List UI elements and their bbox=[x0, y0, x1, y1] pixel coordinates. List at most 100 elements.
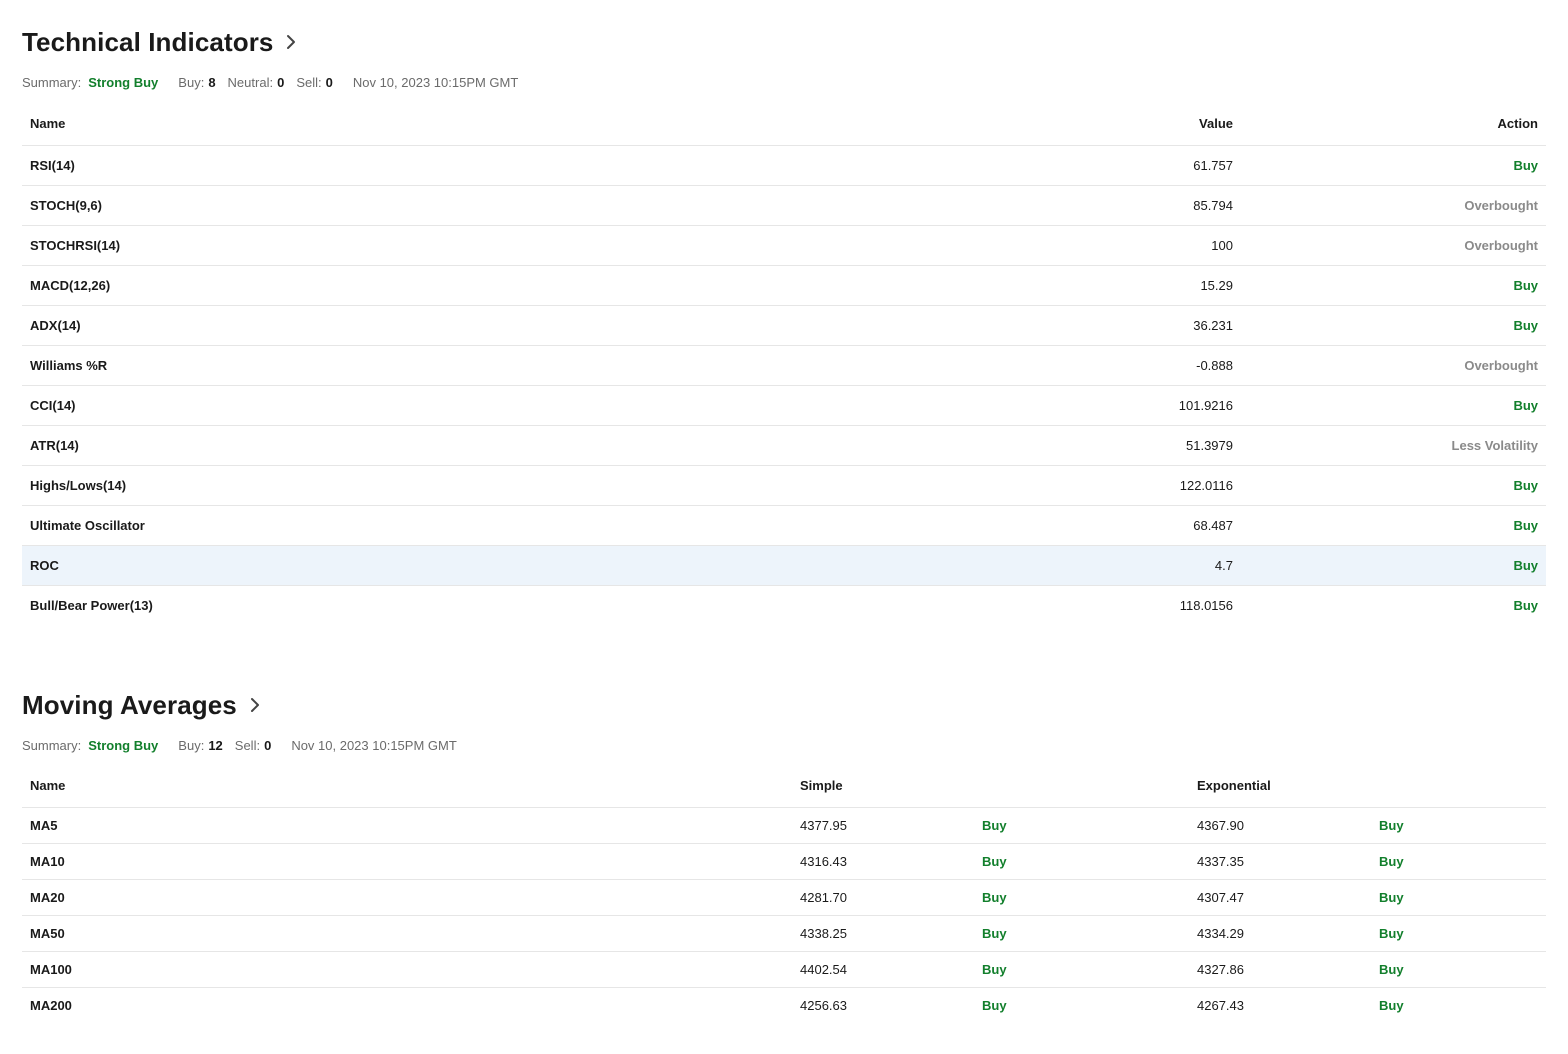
indicator-value: 100 bbox=[1065, 224, 1241, 265]
table-row[interactable]: ADX(14) 36.231 Buy bbox=[22, 304, 1546, 345]
table-row[interactable]: Ultimate Oscillator 68.487 Buy bbox=[22, 504, 1546, 545]
ma-simple-action: Buy bbox=[974, 986, 1189, 1023]
ma-simple-action: Buy bbox=[974, 842, 1189, 879]
table-row[interactable]: CCI(14) 101.9216 Buy bbox=[22, 384, 1546, 425]
chevron-right-icon[interactable] bbox=[249, 696, 265, 714]
table-row[interactable]: ROC 4.7 Buy bbox=[22, 544, 1546, 585]
indicator-action: Buy bbox=[1241, 464, 1546, 505]
indicator-value: 118.0156 bbox=[1065, 584, 1241, 625]
ma-exponential-value: 4337.35 bbox=[1189, 842, 1371, 879]
indicator-name: ATR(14) bbox=[22, 424, 1065, 465]
buy-count: 8 bbox=[208, 74, 216, 90]
technical-indicators-table: Name Value Action RSI(14) 61.757 Buy STOCH(… bbox=[22, 102, 1546, 625]
chevron-right-icon[interactable] bbox=[285, 33, 301, 51]
table-row[interactable]: ATR(14) 51.3979 Less Volatility bbox=[22, 424, 1546, 465]
indicator-value: 68.487 bbox=[1065, 504, 1241, 545]
ma-exponential-value: 4307.47 bbox=[1189, 878, 1371, 915]
ma-exponential-action: Buy bbox=[1371, 806, 1546, 843]
ma-simple-value: 4377.95 bbox=[792, 806, 974, 843]
ma-exponential-action: Buy bbox=[1371, 878, 1546, 915]
indicator-name: MACD(12,26) bbox=[22, 264, 1065, 305]
indicator-action: Buy bbox=[1241, 264, 1546, 305]
ma-simple-action: Buy bbox=[974, 914, 1189, 951]
header-simple-action bbox=[974, 765, 1189, 807]
table-row[interactable]: STOCHRSI(14) 100 Overbought bbox=[22, 224, 1546, 265]
header-name: Name bbox=[30, 778, 66, 794]
ma-simple-value: 4256.63 bbox=[792, 986, 974, 1023]
summary-label: Summary: bbox=[22, 74, 82, 90]
indicator-value: 85.794 bbox=[1065, 184, 1241, 225]
table-header-row: Name Value Action bbox=[22, 102, 1546, 145]
ma-name: MA5 bbox=[22, 806, 792, 843]
table-row[interactable]: Bull/Bear Power(13) 118.0156 Buy bbox=[22, 584, 1546, 625]
indicator-action: Overbought bbox=[1241, 344, 1546, 385]
table-row[interactable]: Highs/Lows(14) 122.0116 Buy bbox=[22, 464, 1546, 505]
technical-indicators-section: Technical Indicators Summary: Strong Buy … bbox=[22, 22, 1546, 625]
indicator-name: Highs/Lows(14) bbox=[22, 464, 1065, 505]
moving-averages-section: Moving Averages Summary: Strong Buy Buy: 1… bbox=[22, 685, 1546, 1023]
header-value: Value bbox=[1199, 115, 1233, 131]
neutral-count: 0 bbox=[277, 74, 285, 90]
table-row[interactable]: MA10 4316.43 Buy 4337.35 Buy bbox=[22, 842, 1546, 879]
header-action: Action bbox=[1497, 115, 1538, 131]
indicator-name: Bull/Bear Power(13) bbox=[22, 584, 1065, 625]
header-simple: Simple bbox=[800, 778, 843, 794]
ma-exponential-value: 4367.90 bbox=[1189, 806, 1371, 843]
indicator-action: Buy bbox=[1241, 584, 1546, 625]
header-exponential-action bbox=[1371, 765, 1546, 807]
ma-name: MA20 bbox=[22, 878, 792, 915]
table-row[interactable]: MACD(12,26) 15.29 Buy bbox=[22, 264, 1546, 305]
technical-indicators-title: Technical Indicators bbox=[22, 26, 274, 57]
indicator-action: Buy bbox=[1241, 384, 1546, 425]
indicator-value: 36.231 bbox=[1065, 304, 1241, 345]
table-row[interactable]: MA5 4377.95 Buy 4367.90 Buy bbox=[22, 806, 1546, 843]
indicator-value: 4.7 bbox=[1065, 544, 1241, 585]
table-header-row: Name Simple Exponential bbox=[22, 765, 1546, 807]
indicator-action: Buy bbox=[1241, 304, 1546, 345]
moving-averages-title-link[interactable]: Moving Averages bbox=[22, 685, 1546, 725]
table-row[interactable]: MA50 4338.25 Buy 4334.29 Buy bbox=[22, 914, 1546, 951]
sell-count: 0 bbox=[325, 74, 333, 90]
moving-averages-title: Moving Averages bbox=[22, 689, 237, 720]
indicator-name: STOCH(9,6) bbox=[22, 184, 1065, 225]
ma-exponential-value: 4267.43 bbox=[1189, 986, 1371, 1023]
ma-exponential-action: Buy bbox=[1371, 914, 1546, 951]
indicator-name: RSI(14) bbox=[22, 144, 1065, 185]
buy-label: Buy: bbox=[178, 74, 205, 90]
indicator-action: Buy bbox=[1241, 544, 1546, 585]
technical-indicators-summary: Summary: Strong Buy Buy: 8 Neutral: 0 Sell:… bbox=[22, 72, 1546, 92]
table-row[interactable]: MA100 4402.54 Buy 4327.86 Buy bbox=[22, 950, 1546, 987]
indicator-name: Ultimate Oscillator bbox=[22, 504, 1065, 545]
ma-name: MA10 bbox=[22, 842, 792, 879]
table-row[interactable]: RSI(14) 61.757 Buy bbox=[22, 144, 1546, 185]
summary-label: Summary: bbox=[22, 737, 82, 753]
ma-simple-value: 4281.70 bbox=[792, 878, 974, 915]
moving-averages-summary: Summary: Strong Buy Buy: 12 Sell: 0 Nov 10,… bbox=[22, 735, 1546, 755]
indicator-name: CCI(14) bbox=[22, 384, 1065, 425]
summary-value: Strong Buy bbox=[88, 74, 159, 90]
table-row[interactable]: Williams %R -0.888 Overbought bbox=[22, 344, 1546, 385]
summary-value: Strong Buy bbox=[88, 737, 159, 753]
technical-indicators-title-link[interactable]: Technical Indicators bbox=[22, 22, 1546, 62]
buy-label: Buy: bbox=[178, 737, 205, 753]
indicator-name: STOCHRSI(14) bbox=[22, 224, 1065, 265]
table-row[interactable]: MA20 4281.70 Buy 4307.47 Buy bbox=[22, 878, 1546, 915]
sell-label: Sell: bbox=[296, 74, 322, 90]
indicator-value: 122.0116 bbox=[1065, 464, 1241, 505]
indicator-action: Buy bbox=[1241, 144, 1546, 185]
indicator-name: ADX(14) bbox=[22, 304, 1065, 345]
table-row[interactable]: MA200 4256.63 Buy 4267.43 Buy bbox=[22, 986, 1546, 1023]
sell-label: Sell: bbox=[234, 737, 261, 753]
table-row[interactable]: STOCH(9,6) 85.794 Overbought bbox=[22, 184, 1546, 225]
timestamp: Nov 10, 2023 10:15PM GMT bbox=[291, 737, 457, 753]
moving-averages-table: Name Simple Exponential MA5 4377.95 Buy 436… bbox=[22, 765, 1546, 1023]
ma-name: MA200 bbox=[22, 986, 792, 1023]
header-name: Name bbox=[30, 115, 66, 131]
ma-name: MA50 bbox=[22, 914, 792, 951]
buy-count: 12 bbox=[208, 737, 223, 753]
indicator-action: Buy bbox=[1241, 504, 1546, 545]
ma-exponential-action: Buy bbox=[1371, 950, 1546, 987]
timestamp: Nov 10, 2023 10:15PM GMT bbox=[352, 74, 519, 90]
indicator-value: 61.757 bbox=[1065, 144, 1241, 185]
ma-simple-value: 4316.43 bbox=[792, 842, 974, 879]
